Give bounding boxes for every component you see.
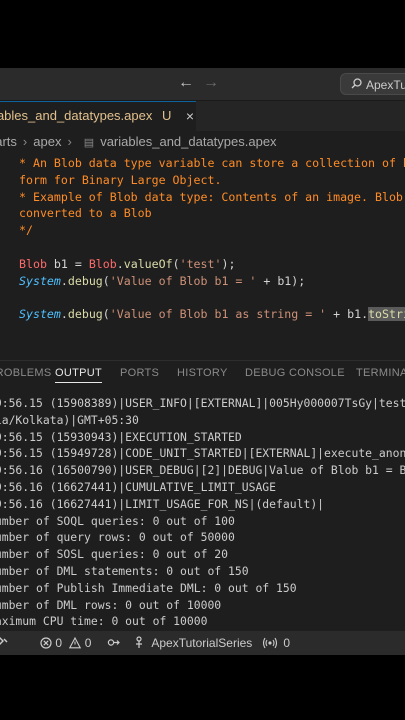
code-line[interactable]: */: [19, 222, 405, 239]
chevron-right-icon: ›: [67, 134, 72, 149]
output-line: 09:56.16 (16627441)|CUMULATIVE_LIMIT_USA…: [0, 479, 277, 494]
bottom-panel: PROBLEMSOUTPUT PORTS HISTORY DEBUG CONSOLE T…: [0, 360, 405, 631]
code-line[interactable]: [19, 239, 405, 256]
panel-tab-problems[interactable]: PROBLEMS: [0, 367, 52, 379]
code-line[interactable]: [19, 289, 405, 306]
close-icon[interactable]: ×: [186, 102, 194, 130]
ports-count: 0: [283, 636, 291, 650]
output-line: Number of SOSL queries: 0 out of 20: [0, 547, 229, 562]
broadcast-icon: [262, 637, 278, 649]
output-line: 09:56.15 (15908389)|USER_INFO|[EXTERNAL]…: [0, 396, 405, 410]
status-bar: 0 0 ApexTutorialSeries 0: [0, 631, 405, 655]
output-line: 09:56.16 (16500790)|USER_DEBUG|[2]|DEBUG…: [0, 463, 405, 478]
project-name: ApexTutorialSeries: [151, 636, 253, 650]
ports-indicator[interactable]: 0: [262, 631, 291, 655]
errors-indicator[interactable]: 0 0: [40, 631, 91, 655]
code-line[interactable]: converted to a Blob: [19, 205, 405, 222]
ports-forward-icon[interactable]: [107, 631, 120, 655]
panel-tab-debug-console[interactable]: DEBUG CONSOLE: [245, 367, 345, 379]
output-line: Maximum CPU time: 0 out of 10000: [0, 614, 208, 629]
source-control-icon: [136, 636, 142, 648]
tab-variables-and-datatypes[interactable]: variables_and_datatypes.apex U ×: [0, 101, 196, 132]
output-line: Number of DML rows: 0 out of 10000: [0, 597, 222, 612]
tab-label: variables_and_datatypes.apex: [0, 108, 153, 123]
code-line[interactable]: form for Binary Large Object.: [19, 172, 405, 189]
code-line[interactable]: Blob b1 = Blob.valueOf('test');: [19, 256, 405, 273]
output-line: sia/Kolkata)|GMT+05:30: [0, 412, 139, 427]
code-line[interactable]: * Example of Blob data type: Contents of…: [19, 189, 405, 206]
search-icon: [351, 74, 362, 96]
breadcrumb: parts › apex › ▤ variables_and_datatypes.apex: [0, 131, 289, 153]
panel-tab-history[interactable]: HISTORY: [177, 367, 228, 379]
output-line: Number of Publish Immediate DML: 0 out o…: [0, 580, 297, 595]
code-line[interactable]: * An Blob data type variable can store a…: [19, 155, 405, 172]
breadcrumb-folder[interactable]: parts: [0, 134, 17, 149]
panel-tab-terminal[interactable]: TERMINAL: [356, 367, 405, 379]
title-bar: ← → ApexTutorialSeries: [0, 68, 405, 101]
output-line: Number of SOQL queries: 0 out of 100: [0, 513, 235, 528]
remote-icon[interactable]: [0, 631, 8, 655]
breadcrumb-folder[interactable]: apex: [33, 134, 61, 149]
file-icon: ▤: [83, 137, 95, 149]
error-count: 0: [55, 636, 63, 650]
branch-indicator[interactable]: ApexTutorialSeries: [134, 631, 252, 655]
code-editor[interactable]: * An Blob data type variable can store a…: [19, 155, 405, 323]
output-line: Number of query rows: 0 out of 50000: [0, 530, 235, 545]
output-line: 09:56.15 (15949728)|CODE_UNIT_STARTED|[E…: [0, 446, 405, 461]
untracked-badge: U: [161, 108, 172, 123]
warning-icon: [69, 636, 82, 649]
command-center-search[interactable]: ApexTutorialSeries: [340, 73, 405, 95]
output-line: 09:56.16 (16627441)|LIMIT_USAGE_FOR_NS|(…: [0, 496, 325, 511]
search-text: ApexTutorialSeries: [366, 78, 405, 92]
editor-window: ← → ApexTutorialSeries variables_and_dat…: [0, 68, 405, 655]
code-line[interactable]: System.debug('Value of Blob b1 = ' + b1)…: [19, 273, 405, 290]
chevron-right-icon: ›: [22, 134, 28, 149]
error-icon: [40, 637, 52, 649]
warning-count: 0: [84, 636, 92, 650]
arrow-left-icon[interactable]: ←: [178, 74, 194, 92]
editor-tab-bar: variables_and_datatypes.apex U ×: [0, 101, 405, 132]
arrow-right-icon[interactable]: →: [203, 74, 219, 92]
panel-tab-output[interactable]: OUTPUT: [55, 367, 103, 383]
output-line: 09:56.15 (15930943)|EXECUTION_STARTED: [0, 429, 242, 444]
output-log[interactable]: 09:56.15 (15908389)|USER_INFO|[EXTERNAL]…: [0, 395, 405, 630]
panel-tab-ports[interactable]: PORTS: [120, 367, 159, 379]
code-line[interactable]: System.debug('Value of Blob b1 as string…: [19, 306, 405, 323]
breadcrumb-file[interactable]: variables_and_datatypes.apex: [100, 134, 276, 149]
output-line: Number of DML statements: 0 out of 150: [0, 563, 249, 578]
